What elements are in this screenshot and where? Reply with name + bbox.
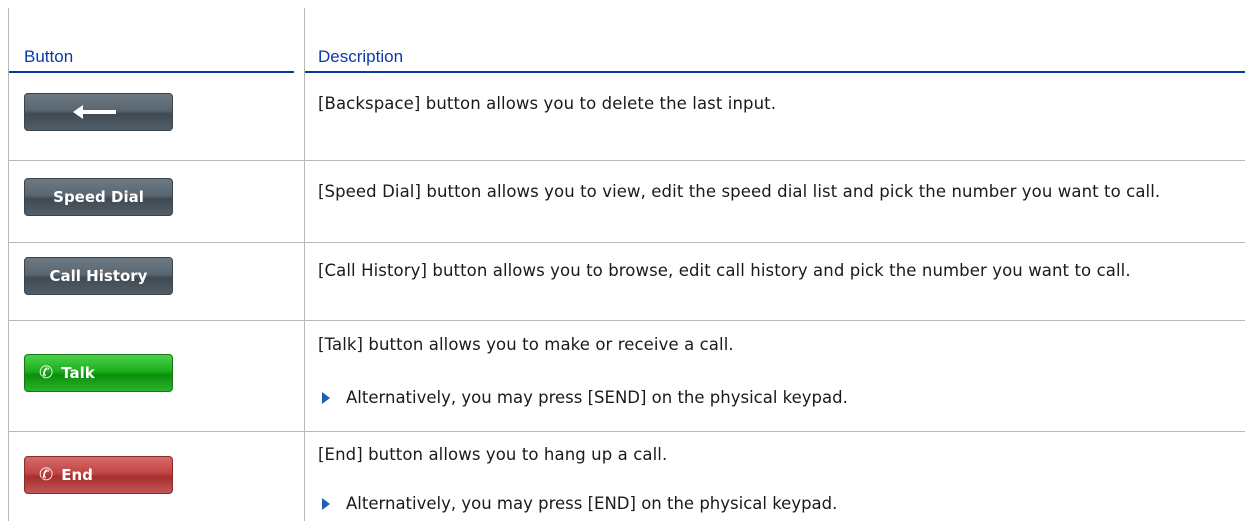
bullet-triangle-icon xyxy=(322,392,330,404)
row-divider xyxy=(9,160,1245,161)
end-bullet-text: Alternatively, you may press [END] on th… xyxy=(346,494,838,513)
backspace-button-image xyxy=(24,93,173,131)
header-rule xyxy=(9,71,294,73)
speed-dial-label: Speed Dial xyxy=(53,188,144,206)
backspace-description: [Backspace] button allows you to delete … xyxy=(318,94,777,113)
end-button-image: ✆ End xyxy=(24,456,173,494)
phone-icon: ✆ xyxy=(39,465,54,485)
talk-description: [Talk] button allows you to make or rece… xyxy=(318,335,734,354)
column-header-description: Description xyxy=(318,47,404,66)
talk-label: Talk xyxy=(61,364,95,382)
end-label: End xyxy=(61,466,93,484)
talk-bullet: Alternatively, you may press [SEND] on t… xyxy=(318,384,848,412)
column-header-button: Button xyxy=(24,47,74,66)
call-history-label: Call History xyxy=(49,267,148,285)
backspace-arrow-icon xyxy=(72,105,116,119)
bullet-triangle-icon xyxy=(322,498,330,510)
call-history-button-image: Call History xyxy=(24,257,173,295)
phone-icon: ✆ xyxy=(39,363,54,383)
end-bullet: Alternatively, you may press [END] on th… xyxy=(318,490,837,518)
speed-dial-button-image: Speed Dial xyxy=(24,178,173,216)
row-divider xyxy=(9,242,1245,243)
end-description: [End] button allows you to hang up a cal… xyxy=(318,445,668,464)
header-rule xyxy=(305,71,1245,73)
speed-dial-description: [Speed Dial] button allows you to view, … xyxy=(318,182,1161,201)
talk-button-image: ✆ Talk xyxy=(24,354,173,392)
button-description-table: Button Description [Backspace] button al… xyxy=(0,0,1245,521)
call-history-description: [Call History] button allows you to brow… xyxy=(318,261,1131,280)
row-divider xyxy=(9,320,1245,321)
table-left-border xyxy=(8,8,9,521)
row-divider xyxy=(9,431,1245,432)
column-divider xyxy=(304,8,305,521)
talk-bullet-text: Alternatively, you may press [SEND] on t… xyxy=(346,388,848,407)
